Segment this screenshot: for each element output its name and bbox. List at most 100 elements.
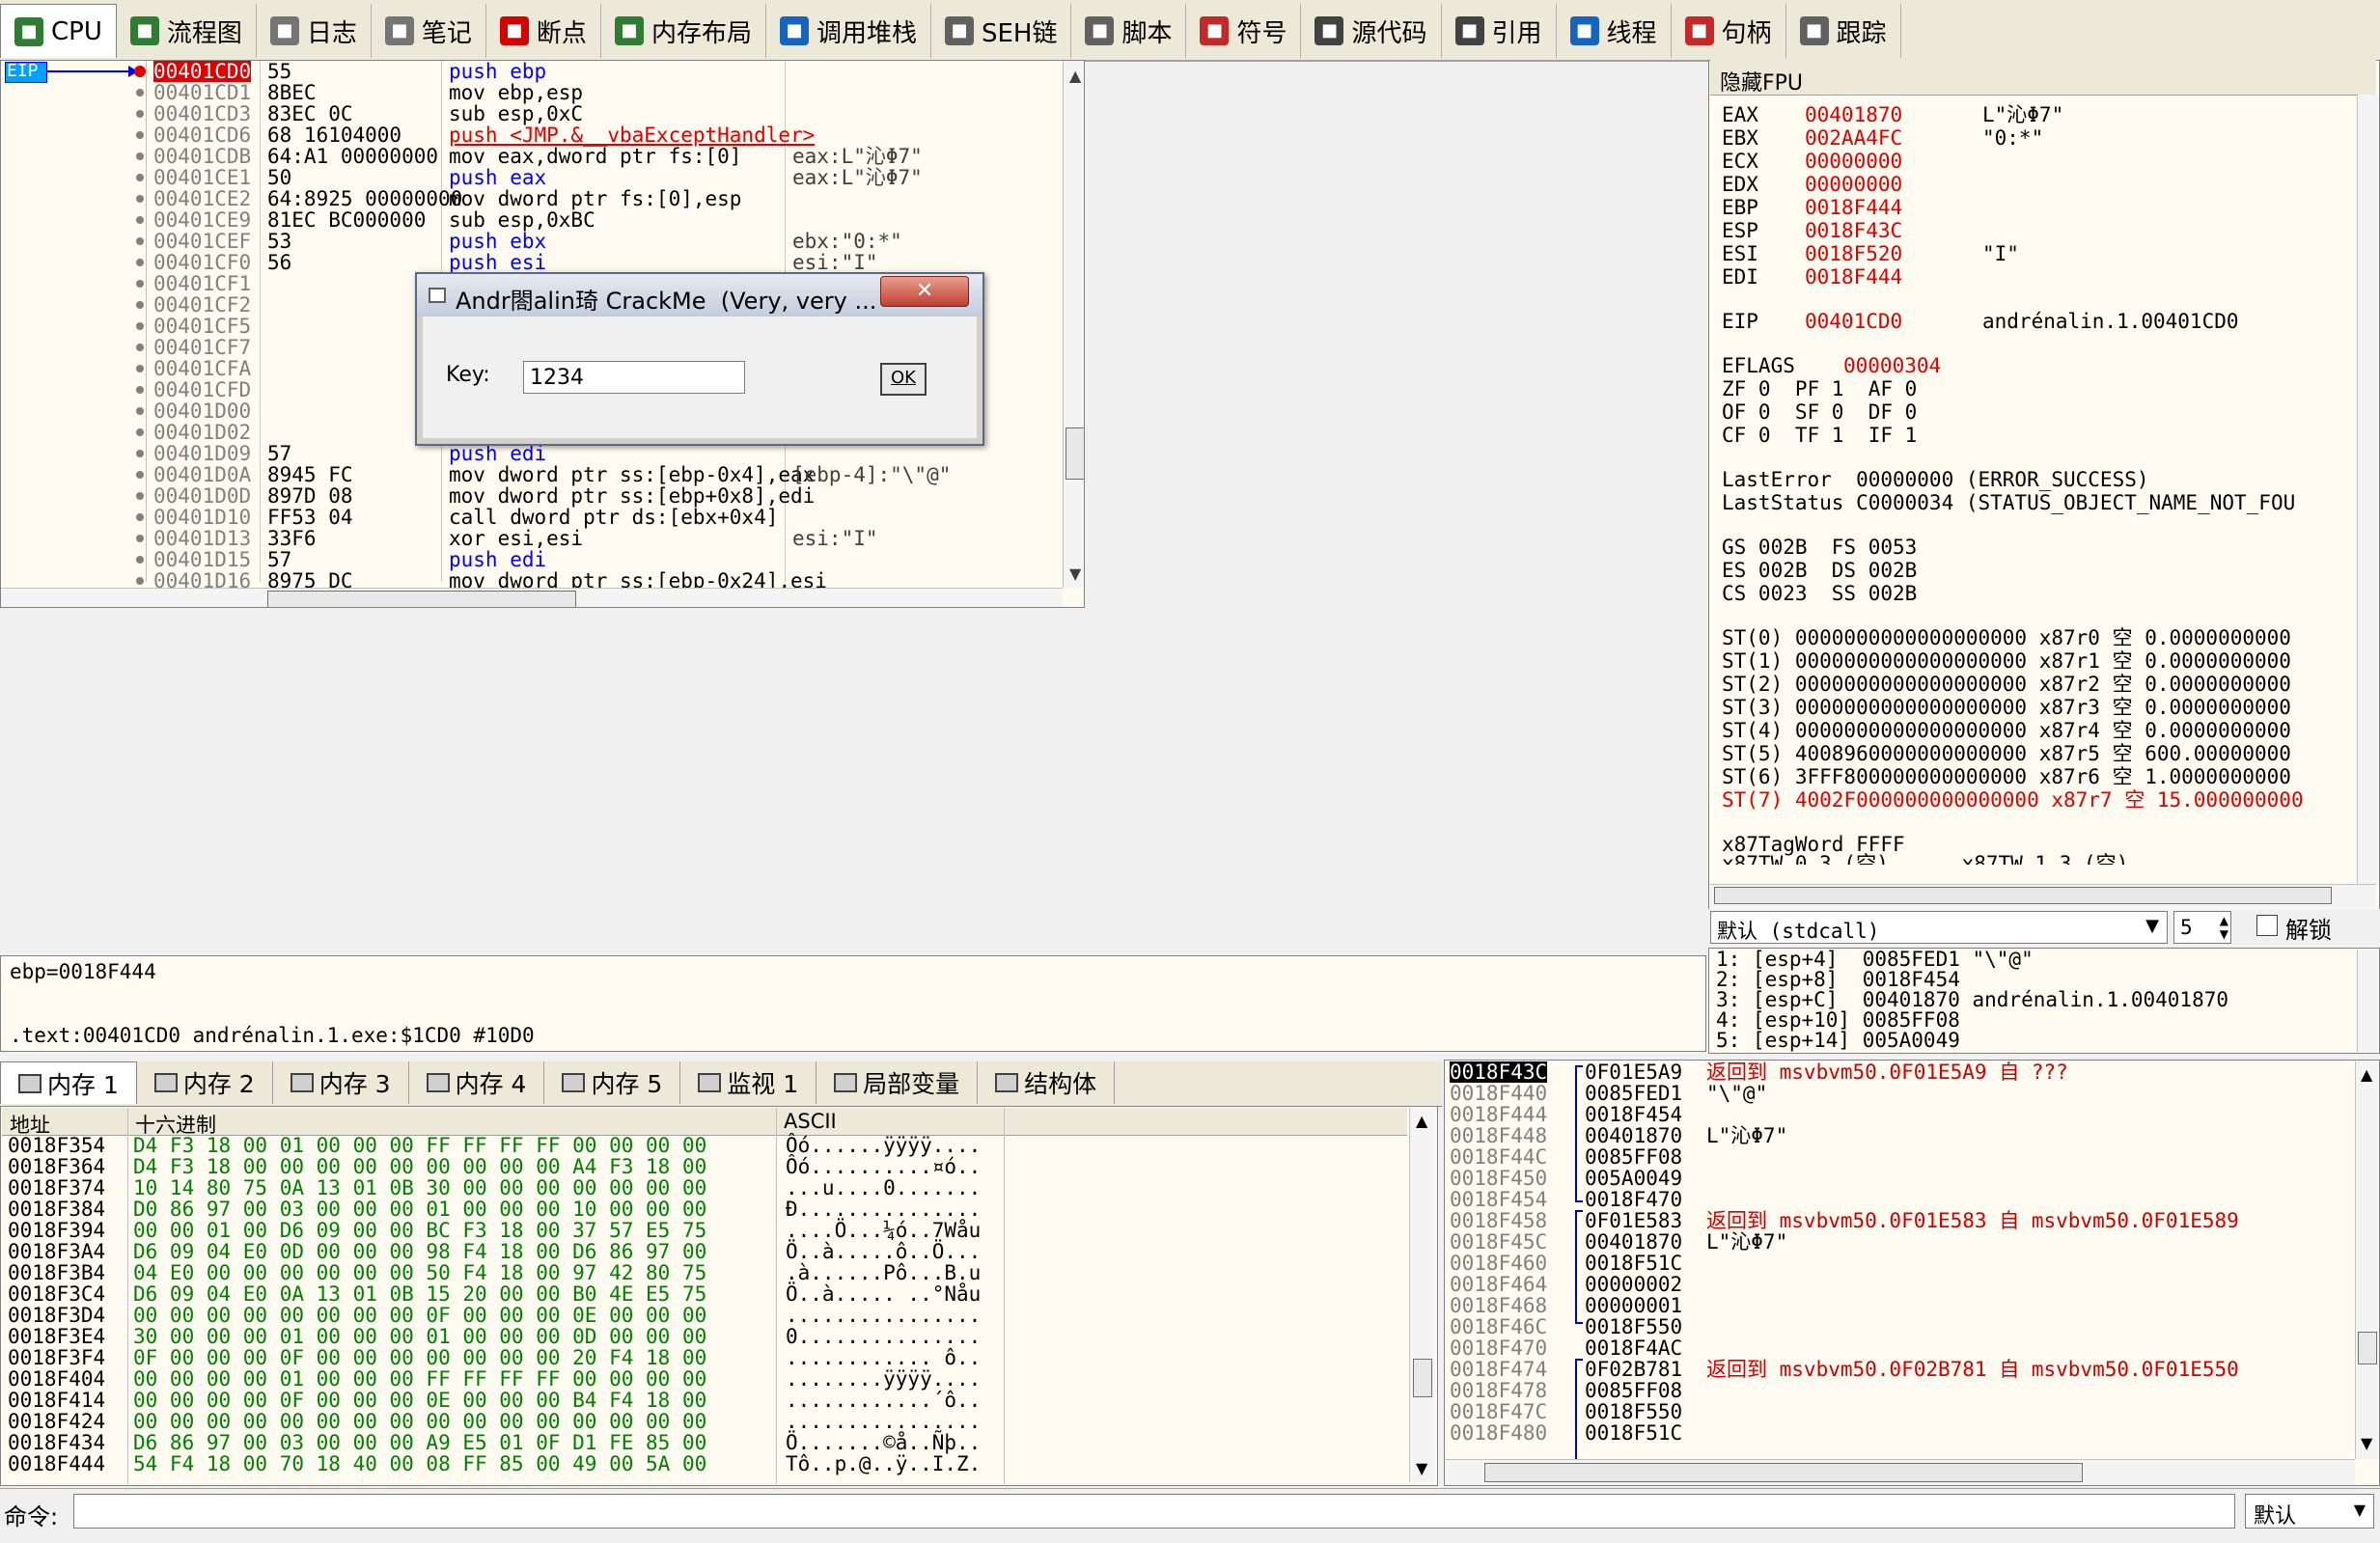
- scroll-down-icon[interactable]: ▼: [2361, 1434, 2372, 1452]
- stack-row[interactable]: 0018F44C 0085FF08: [1448, 1146, 2355, 1168]
- arg-line[interactable]: 4: [esp+10] 0085FF08: [1716, 1010, 2228, 1031]
- dump-tab-1[interactable]: 内存 2: [137, 1061, 273, 1104]
- stack-row[interactable]: 0018F480 0018F51C: [1448, 1422, 2355, 1444]
- disasm-row[interactable]: 00401CF0 56 push esi esi:"I": [1, 252, 1063, 273]
- stack-row[interactable]: 0018F478 0085FF08: [1448, 1380, 2355, 1401]
- scroll-up-icon[interactable]: ▲: [2361, 1065, 2372, 1084]
- disasm-row[interactable]: 00401CDB 64:A1 00000000 mov eax,dword ptr …: [1, 146, 1063, 167]
- register-value[interactable]: 0018F444: [1805, 266, 1902, 288]
- stack-row[interactable]: 0018F468 00000001: [1448, 1295, 2355, 1316]
- register-value[interactable]: 00000000: [1805, 174, 1902, 195]
- disasm-vscroll[interactable]: ▲ ▼: [1063, 61, 1084, 588]
- scroll-up-icon[interactable]: ▲: [1069, 67, 1081, 85]
- dump-tab-2[interactable]: 内存 3: [273, 1061, 409, 1104]
- dialog-close-button[interactable]: ✕: [880, 276, 969, 307]
- stack-hscroll[interactable]: [1446, 1459, 2355, 1485]
- scroll-up-icon[interactable]: ▲: [1416, 1112, 1427, 1130]
- dump-tab-7[interactable]: 结构体: [978, 1061, 1116, 1104]
- tab-7[interactable]: ■ SEH链: [931, 4, 1072, 58]
- stack-row[interactable]: 0018F454 0018F470: [1448, 1189, 2355, 1210]
- arg-line[interactable]: 3: [esp+C] 00401870 andrénalin.1.0040187…: [1716, 990, 2228, 1010]
- hide-fpu-button[interactable]: 隐藏FPU: [1720, 66, 2376, 96]
- disasm-row[interactable]: 00401CE9 81EC BC000000 sub esp,0xBC: [1, 209, 1063, 231]
- stack-row[interactable]: 0018F460 0018F51C: [1448, 1253, 2355, 1274]
- tab-0[interactable]: ■ CPU: [0, 4, 117, 58]
- disasm-row[interactable]: 00401CEF 53 push ebx ebx:"0:*": [1, 231, 1063, 252]
- stack-row[interactable]: 0018F46C 0018F550: [1448, 1316, 2355, 1337]
- flags-line[interactable]: CF 0 TF 1 IF 1: [1722, 425, 1917, 446]
- dump-tab-6[interactable]: 局部变量: [816, 1061, 979, 1104]
- dump-vscroll[interactable]: ▲ ▼: [1409, 1108, 1435, 1482]
- tab-5[interactable]: ■ 内存布局: [601, 4, 766, 58]
- unlock-checkbox[interactable]: [2256, 915, 2278, 936]
- disasm-hscroll-thumb[interactable]: [267, 591, 576, 607]
- disasm-row[interactable]: 00401CE2 64:8925 00000000 mov dword ptr fs…: [1, 188, 1063, 209]
- disasm-vscroll-thumb[interactable]: [1065, 427, 1084, 480]
- disasm-row[interactable]: 00401D10 FF53 04 call dword ptr ds:[ebx+0x…: [1, 507, 1063, 528]
- tab-9[interactable]: ■ 符号: [1186, 4, 1302, 58]
- tab-2[interactable]: ■ 日志: [257, 4, 372, 58]
- tab-10[interactable]: ■ 源代码: [1301, 4, 1442, 58]
- registers-header[interactable]: 隐藏FPU: [1710, 60, 2376, 96]
- tab-11[interactable]: ■ 引用: [1442, 4, 1557, 58]
- register-value[interactable]: 00401870: [1805, 104, 1902, 125]
- command-input[interactable]: [73, 1494, 2235, 1529]
- stack-row[interactable]: 0018F450 005A0049: [1448, 1168, 2355, 1189]
- dump-vscroll-thumb[interactable]: [1413, 1359, 1432, 1397]
- arg-count-stepper[interactable]: 5 ▲ ▼: [2173, 911, 2231, 944]
- ok-button[interactable]: OK: [880, 363, 927, 396]
- tab-14[interactable]: ■ 跟踪: [1786, 4, 1901, 58]
- stack-row[interactable]: 0018F45C 00401870 L"沁Φ7": [1448, 1231, 2355, 1253]
- disasm-row[interactable]: 00401CD6 68 16104000 push <JMP.&__vbaExcep…: [1, 124, 1063, 146]
- arg-line[interactable]: 2: [esp+8] 0018F454: [1716, 970, 2228, 990]
- stack-row[interactable]: 0018F470 0018F4AC: [1448, 1337, 2355, 1359]
- disasm-row[interactable]: 00401D13 33F6 xor esi,esi esi:"I": [1, 528, 1063, 549]
- stack-hscroll-thumb[interactable]: [1484, 1463, 2083, 1482]
- chevron-down-icon[interactable]: ▼: [2354, 1501, 2366, 1519]
- disasm-row[interactable]: 00401CE1 50 push eax eax:L"沁Φ7": [1, 167, 1063, 188]
- registers-hscroll-thumb[interactable]: [1714, 887, 2332, 904]
- registers-vscroll[interactable]: [2357, 95, 2379, 884]
- disasm-row[interactable]: 00401CD1 8BEC mov ebp,esp: [1, 82, 1063, 103]
- key-input[interactable]: [523, 361, 745, 394]
- eip-value[interactable]: 00401CD0: [1805, 311, 1902, 332]
- registers-hscroll[interactable]: [1710, 884, 2376, 908]
- dump-tab-3[interactable]: 内存 4: [409, 1061, 545, 1104]
- tab-8[interactable]: ■ 脚本: [1071, 4, 1187, 58]
- stack-row[interactable]: 0018F43C 0F01E5A9 返回到 msvbvm50.0F01E5A9 自 …: [1448, 1061, 2355, 1083]
- callconv-select[interactable]: 默认 (stdcall) ▼: [1710, 911, 2168, 944]
- arg-line[interactable]: 5: [esp+14] 005A0049: [1716, 1031, 2228, 1051]
- tab-1[interactable]: ■ 流程图: [117, 4, 257, 58]
- stack-row[interactable]: 0018F464 00000002: [1448, 1274, 2355, 1295]
- arg-line[interactable]: 1: [esp+4] 0085FED1 "\"@": [1716, 950, 2228, 970]
- stack-row[interactable]: 0018F444 0018F454: [1448, 1104, 2355, 1125]
- disasm-row[interactable]: 00401D15 57 push edi: [1, 549, 1063, 570]
- spin-icon[interactable]: ▲ ▼: [2220, 914, 2228, 941]
- scroll-down-icon[interactable]: ▼: [1069, 565, 1081, 583]
- disasm-row[interactable]: 00401CD3 83EC 0C sub esp,0xC: [1, 103, 1063, 124]
- stack-row[interactable]: 0018F440 0085FED1 "\"@": [1448, 1083, 2355, 1104]
- command-mode-select[interactable]: 默认 ▼: [2245, 1494, 2374, 1529]
- disasm-row[interactable]: 00401D0A 8945 FC mov dword ptr ss:[ebp-0x4…: [1, 464, 1063, 485]
- stack-row[interactable]: 0018F474 0F02B781 返回到 msvbvm50.0F02B781 自 …: [1448, 1359, 2355, 1380]
- stack-row[interactable]: 0018F47C 0018F550: [1448, 1401, 2355, 1422]
- stack-row[interactable]: 0018F448 00401870 L"沁Φ7": [1448, 1125, 2355, 1146]
- stack-vscroll[interactable]: ▲ ▼: [2355, 1061, 2379, 1459]
- chevron-down-icon[interactable]: ▼: [2145, 916, 2159, 936]
- dump-tab-0[interactable]: 内存 1: [0, 1061, 137, 1104]
- tab-3[interactable]: ■ 笔记: [372, 4, 486, 58]
- tab-12[interactable]: ■ 线程: [1557, 4, 1672, 58]
- tab-6[interactable]: ■ 调用堆栈: [766, 4, 931, 58]
- stack-vscroll-thumb[interactable]: [2358, 1332, 2377, 1364]
- disasm-row[interactable]: 00401D09 57 push edi: [1, 443, 1063, 464]
- scroll-down-icon[interactable]: ▼: [1416, 1459, 1427, 1477]
- register-value[interactable]: 0018F444: [1805, 197, 1902, 218]
- args-vscroll[interactable]: [2357, 950, 2379, 1052]
- register-value[interactable]: 0018F43C: [1805, 220, 1902, 241]
- tab-4[interactable]: ■ 断点: [486, 4, 601, 58]
- stack-row[interactable]: 0018F458 0F01E583 返回到 msvbvm50.0F01E583 自 …: [1448, 1210, 2355, 1231]
- register-value[interactable]: 002AA4FC: [1805, 127, 1902, 149]
- eflags-value[interactable]: 00000304: [1843, 355, 1941, 376]
- register-value[interactable]: 0018F520: [1805, 243, 1902, 264]
- disasm-hscroll[interactable]: [1, 588, 1063, 607]
